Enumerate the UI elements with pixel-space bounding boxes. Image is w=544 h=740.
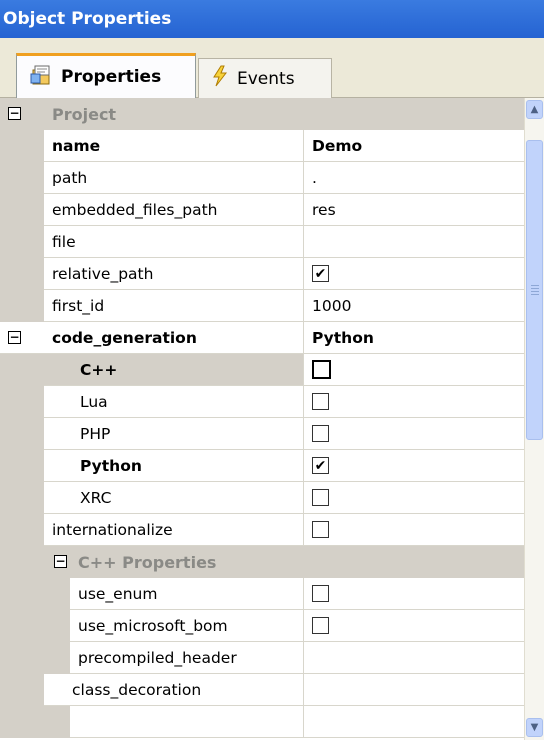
property-name: PHP [44, 418, 304, 450]
property-row-cpp[interactable]: C++ [0, 354, 524, 386]
lightning-icon [211, 65, 229, 92]
property-grid: − Project name Demo path . embedded_file… [0, 98, 524, 740]
tab-properties-label: Properties [61, 67, 162, 87]
property-value[interactable] [304, 674, 524, 706]
property-row-xrc[interactable]: XRC [0, 482, 524, 514]
chevron-down-icon: ▼ [530, 722, 539, 733]
category-cpp-properties[interactable]: − C++ Properties [0, 546, 524, 578]
property-value[interactable] [304, 226, 524, 258]
property-value[interactable]: 1000 [304, 290, 524, 322]
property-name: use_microsoft_bom [70, 610, 304, 642]
property-value[interactable]: res [304, 194, 524, 226]
collapse-icon[interactable]: − [8, 331, 21, 344]
tab-events-label: Events [237, 68, 295, 89]
property-row-use-enum[interactable]: use_enum [0, 578, 524, 610]
relative-path-checkbox[interactable]: ✔ [312, 265, 329, 282]
tab-properties[interactable]: Properties [16, 53, 196, 98]
property-value[interactable]: Demo [304, 130, 524, 162]
property-name: first_id [44, 290, 304, 322]
internationalize-checkbox[interactable] [312, 521, 329, 538]
property-name: class_decoration [44, 674, 304, 706]
property-row-python[interactable]: Python ✔ [0, 450, 524, 482]
property-name: relative_path [44, 258, 304, 290]
property-row-embedded-files-path[interactable]: embedded_files_path res [0, 194, 524, 226]
property-row-file[interactable]: file [0, 226, 524, 258]
property-row-partial [0, 706, 524, 738]
property-name: use_enum [70, 578, 304, 610]
property-row-first-id[interactable]: first_id 1000 [0, 290, 524, 322]
use-enum-checkbox[interactable] [312, 585, 329, 602]
tab-strip: Properties Events [0, 38, 544, 98]
property-name: XRC [44, 482, 304, 514]
category-cpp-properties-label: C++ Properties [78, 552, 217, 572]
property-row-code-generation[interactable]: − code_generation Python [0, 322, 524, 354]
property-value[interactable]: Python [304, 322, 524, 354]
property-row-relative-path[interactable]: relative_path ✔ [0, 258, 524, 290]
collapse-icon[interactable]: − [54, 555, 67, 568]
xrc-checkbox[interactable] [312, 489, 329, 506]
property-name: precompiled_header [70, 642, 304, 674]
collapse-icon[interactable]: − [8, 107, 21, 120]
category-project[interactable]: − Project [0, 98, 524, 130]
php-checkbox[interactable] [312, 425, 329, 442]
window-title: Object Properties [0, 0, 544, 38]
property-row-internationalize[interactable]: internationalize [0, 514, 524, 546]
property-row-lua[interactable]: Lua [0, 386, 524, 418]
property-row-precompiled-header[interactable]: precompiled_header [0, 642, 524, 674]
property-name: Python [44, 450, 304, 482]
scroll-down-button[interactable]: ▼ [526, 718, 543, 737]
property-name: Lua [44, 386, 304, 418]
cpp-checkbox[interactable] [312, 360, 331, 379]
chevron-up-icon: ▲ [530, 104, 539, 115]
property-name: code_generation [44, 322, 304, 354]
lua-checkbox[interactable] [312, 393, 329, 410]
category-project-label: Project [52, 104, 117, 124]
scroll-up-button[interactable]: ▲ [526, 100, 543, 119]
properties-icon [29, 64, 53, 91]
property-value[interactable] [304, 642, 524, 674]
property-row-use-microsoft-bom[interactable]: use_microsoft_bom [0, 610, 524, 642]
scroll-thumb[interactable] [526, 140, 543, 440]
property-value[interactable]: . [304, 162, 524, 194]
use-microsoft-bom-checkbox[interactable] [312, 617, 329, 634]
property-row-php[interactable]: PHP [0, 418, 524, 450]
property-name: embedded_files_path [44, 194, 304, 226]
python-checkbox[interactable]: ✔ [312, 457, 329, 474]
property-name: name [44, 130, 304, 162]
property-row-name[interactable]: name Demo [0, 130, 524, 162]
property-name: C++ [44, 354, 304, 386]
property-row-path[interactable]: path . [0, 162, 524, 194]
property-name: internationalize [44, 514, 304, 546]
property-row-class-decoration[interactable]: − class_decoration [0, 674, 524, 706]
tab-events[interactable]: Events [198, 58, 332, 98]
property-name: path [44, 162, 304, 194]
vertical-scrollbar[interactable]: ▲ ▼ [524, 98, 544, 740]
property-name: file [44, 226, 304, 258]
